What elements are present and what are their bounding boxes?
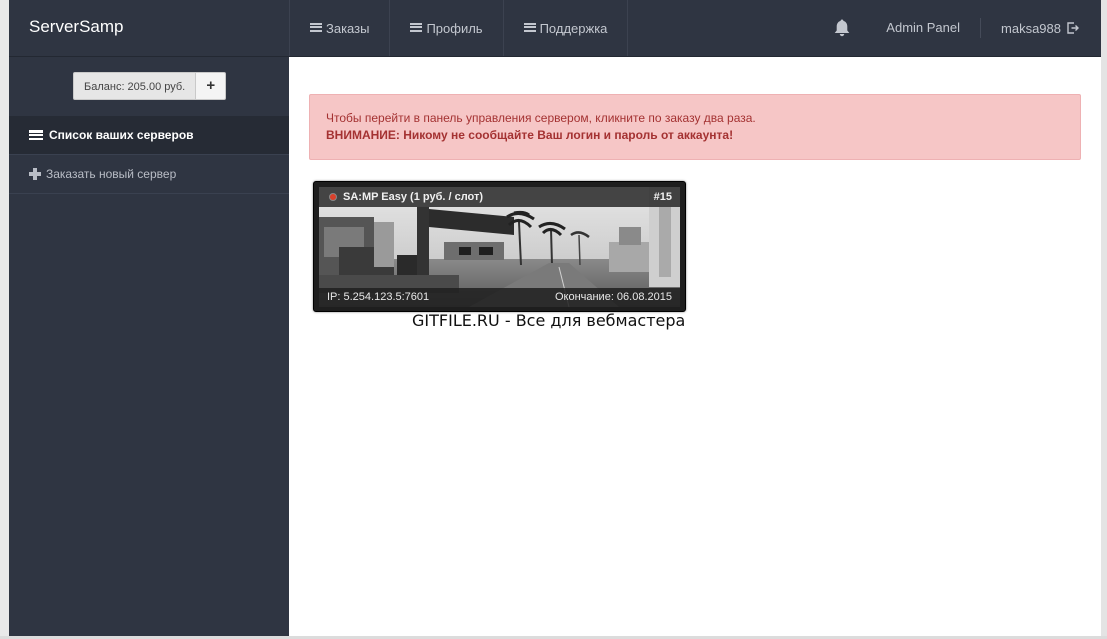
brand-logo[interactable]: ServerSamp <box>9 0 289 56</box>
sidebar: Баланс: 205.00 руб. + Список ваших серве… <box>9 57 289 636</box>
status-dot <box>329 193 337 201</box>
list-icon <box>29 130 43 141</box>
nav-profile[interactable]: Профиль <box>389 0 502 56</box>
window-edge <box>1101 0 1107 639</box>
sidebar-item-label: Заказать новый сервер <box>46 167 177 181</box>
user-nav: Admin Panel maksa988 <box>832 0 1101 56</box>
server-expiry: Окончание: 06.08.2015 <box>554 291 672 303</box>
logout-icon[interactable] <box>1067 22 1079 34</box>
nav-orders[interactable]: Заказы <box>289 0 389 56</box>
sidebar-menu: Список ваших серверов Заказать новый сер… <box>9 116 289 194</box>
server-id: #15 <box>653 191 672 203</box>
nav-support-label: Поддержка <box>539 20 608 36</box>
sidebar-item-order-server[interactable]: Заказать новый сервер <box>9 155 289 194</box>
server-card-header: SA:MP Easy (1 руб. / слот) #15 <box>319 187 680 207</box>
alert-info-text: Чтобы перейти в панель управления сервер… <box>326 111 756 125</box>
nav-profile-label: Профиль <box>426 20 483 36</box>
balance-group: Баланс: 205.00 руб. + <box>73 72 227 100</box>
sidebar-item-label: Список ваших серверов <box>49 128 194 142</box>
server-card[interactable]: SA:MP Easy (1 руб. / слот) #15 IP: 5.254… <box>313 181 686 312</box>
list-icon <box>410 22 423 32</box>
main-nav: Заказы Профиль Поддержка <box>289 0 629 56</box>
list-icon <box>310 22 322 32</box>
warning-alert: Чтобы перейти в панель управления сервер… <box>309 94 1081 160</box>
bell-icon[interactable] <box>832 18 852 38</box>
add-balance-button[interactable]: + <box>196 72 227 100</box>
username: maksa988 <box>1001 20 1061 36</box>
list-icon <box>523 22 536 32</box>
watermark-text: GITFILE.RU - Все для вебмастера <box>412 311 686 330</box>
user-menu[interactable]: maksa988 <box>981 21 1101 36</box>
balance-button[interactable]: Баланс: 205.00 руб. <box>73 72 197 100</box>
nav-support[interactable]: Поддержка <box>502 0 629 56</box>
app-window: ServerSamp Заказы Профиль Поддержка Admi… <box>9 0 1101 636</box>
server-ip: IP: 5.254.123.5:7601 <box>327 291 430 303</box>
admin-panel-link[interactable]: Admin Panel <box>886 18 982 38</box>
alert-warning-text: ВНИМАНИЕ: Никому не сообщайте Ваш логин … <box>326 128 734 142</box>
nav-orders-label: Заказы <box>326 20 370 36</box>
top-navbar: ServerSamp Заказы Профиль Поддержка Admi… <box>9 0 1101 57</box>
server-card-footer: IP: 5.254.123.5:7601 Окончание: 06.08.20… <box>319 288 680 307</box>
sidebar-item-servers[interactable]: Список ваших серверов <box>9 116 289 155</box>
plus-icon <box>29 168 41 180</box>
server-title: SA:MP Easy (1 руб. / слот) <box>343 191 484 203</box>
